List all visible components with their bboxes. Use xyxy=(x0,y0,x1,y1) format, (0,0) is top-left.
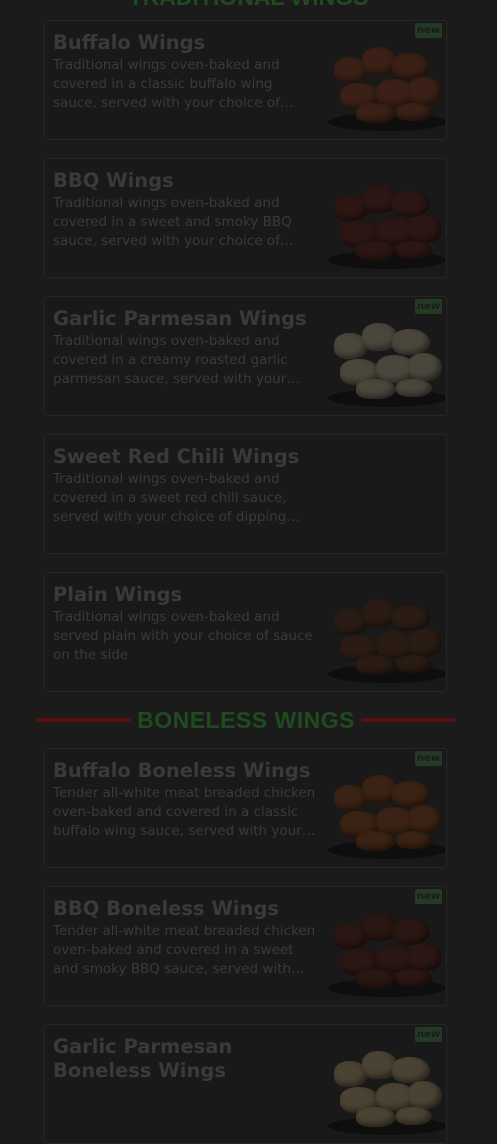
menu-item-bbq-wings[interactable]: BBQ Wings Traditional wings oven-baked a… xyxy=(44,158,447,278)
bbq-boneless-wings-image xyxy=(326,893,446,1005)
new-badge: new xyxy=(415,751,442,766)
boneless-wings-heading: BONELESS WINGS xyxy=(36,705,457,735)
item-name: Garlic Parmesan Boneless Wings xyxy=(53,1035,233,1082)
wing-shape xyxy=(408,1081,442,1109)
item-description: Traditional wings oven-baked and covered… xyxy=(53,195,292,249)
buffalo-boneless-wings-image xyxy=(326,755,446,867)
wing-shape xyxy=(392,781,430,807)
wing-shape xyxy=(396,969,432,987)
wing-shape xyxy=(392,605,430,631)
item-name: BBQ Wings xyxy=(53,169,174,192)
item-name: Plain Wings xyxy=(53,583,183,606)
menu-item-garlic-parmesan-boneless-wings[interactable]: Garlic Parmesan Boneless Wings new xyxy=(44,1024,447,1144)
wing-shape xyxy=(356,655,396,675)
menu-item-plain-wings[interactable]: Plain Wings Traditional wings oven-baked… xyxy=(44,572,447,692)
wing-shape xyxy=(356,969,396,989)
wing-shape xyxy=(356,831,396,851)
item-description: Traditional wings oven-baked and covered… xyxy=(53,333,288,387)
bbq-wings-image xyxy=(326,165,446,277)
traditional-wings-heading: TRADITIONAL WINGS xyxy=(0,0,497,11)
wing-shape xyxy=(408,215,442,243)
wing-shape xyxy=(356,1107,396,1127)
item-name: Sweet Red Chili Wings xyxy=(53,445,300,468)
item-name: Buffalo Wings xyxy=(53,31,206,54)
item-name: Garlic Parmesan Wings xyxy=(53,307,307,330)
wing-shape xyxy=(396,655,432,673)
menu-item-bbq-boneless-wings[interactable]: BBQ Boneless Wings Tender all-white meat… xyxy=(44,886,447,1006)
wing-shape xyxy=(396,831,432,849)
wing-shape xyxy=(396,103,432,121)
wing-shape xyxy=(392,191,430,217)
new-badge: new xyxy=(415,299,442,314)
new-badge: new xyxy=(415,889,442,904)
wing-shape xyxy=(408,77,442,105)
garlic-parmesan-boneless-wings-image xyxy=(326,1031,446,1143)
item-name: BBQ Boneless Wings xyxy=(53,897,280,920)
buffalo-wings-image xyxy=(326,27,446,139)
wing-shape xyxy=(396,1107,432,1125)
plain-wings-image xyxy=(326,579,446,691)
wing-shape xyxy=(392,53,430,79)
heading-divider-left xyxy=(36,718,132,722)
wing-shape xyxy=(356,241,396,261)
item-description: Tender all-white meat breaded chicken ov… xyxy=(53,785,316,839)
wing-shape xyxy=(408,943,442,971)
wing-shape xyxy=(396,379,432,397)
menu-item-buffalo-wings[interactable]: Buffalo Wings Traditional wings oven-bak… xyxy=(44,20,447,140)
item-description: Traditional wings oven-baked and served … xyxy=(53,609,313,663)
wing-shape xyxy=(408,805,442,833)
new-badge: new xyxy=(415,23,442,38)
new-badge: new xyxy=(415,1027,442,1042)
wing-shape xyxy=(356,103,396,123)
wing-shape xyxy=(392,329,430,355)
boneless-wings-title: BONELESS WINGS xyxy=(137,706,355,733)
item-description: Traditional wings oven-baked and covered… xyxy=(53,57,280,111)
item-description: Traditional wings oven-baked and covered… xyxy=(53,471,287,525)
wing-shape xyxy=(408,353,442,381)
wing-shape xyxy=(408,629,442,657)
menu-item-sweet-red-chili-wings[interactable]: Sweet Red Chili Wings Traditional wings … xyxy=(44,434,447,554)
garlic-parmesan-wings-image xyxy=(326,303,446,415)
wing-shape xyxy=(356,379,396,399)
heading-divider-right xyxy=(360,718,457,722)
item-name: Buffalo Boneless Wings xyxy=(53,759,311,782)
item-description: Tender all-white meat breaded chicken ov… xyxy=(53,923,316,977)
wing-shape xyxy=(392,919,430,945)
menu-item-garlic-parmesan-wings[interactable]: Garlic Parmesan Wings Traditional wings … xyxy=(44,296,447,416)
menu-item-buffalo-boneless-wings[interactable]: Buffalo Boneless Wings Tender all-white … xyxy=(44,748,447,868)
wing-shape xyxy=(392,1057,430,1083)
wing-shape xyxy=(396,241,432,259)
